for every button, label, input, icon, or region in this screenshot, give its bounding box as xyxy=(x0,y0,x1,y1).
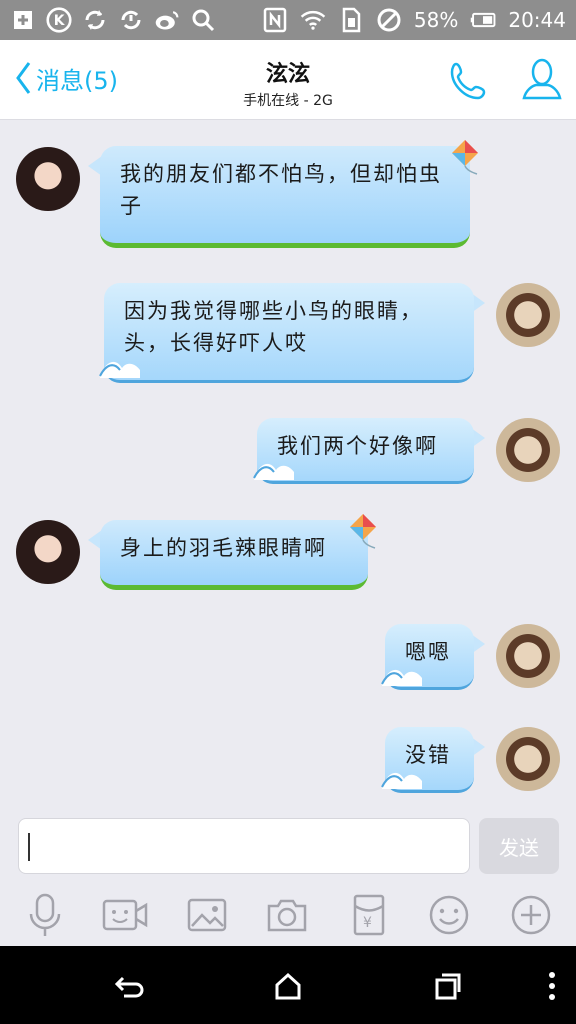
sim-icon xyxy=(338,7,364,33)
nfc-icon xyxy=(262,7,288,33)
weibo-icon xyxy=(154,7,180,33)
battery-icon xyxy=(470,7,496,33)
svg-text:¥: ¥ xyxy=(363,915,372,931)
message-bubble-outgoing[interactable]: 因为我觉得哪些小鸟的眼睛，头，长得好吓人哎 xyxy=(104,283,474,383)
message-text: 没错 xyxy=(405,743,451,767)
dnd-icon xyxy=(376,7,402,33)
wave-icon xyxy=(381,669,422,686)
profile-button[interactable] xyxy=(520,56,564,104)
message-text: 因为我觉得哪些小鸟的眼睛，头，长得好吓人哎 xyxy=(124,299,423,355)
message-input[interactable] xyxy=(18,818,470,874)
chat-header: 消息(5) 泫泫 手机在线 - 2G xyxy=(0,40,576,120)
message-text: 我的朋友们都不怕鸟，但却怕虫子 xyxy=(120,162,442,218)
wave-icon xyxy=(381,772,422,789)
composer: 发送 xyxy=(0,808,576,882)
navigation-bar xyxy=(0,946,576,1024)
send-button[interactable]: 发送 xyxy=(479,818,559,874)
clock: 20:44 xyxy=(508,8,566,32)
plus-box-icon xyxy=(10,7,36,33)
contact-avatar[interactable] xyxy=(16,520,80,584)
input-toolbar: ¥ xyxy=(0,882,576,946)
my-avatar[interactable] xyxy=(496,727,560,791)
message-text: 身上的羽毛辣眼睛啊 xyxy=(120,536,327,560)
back-nav-icon[interactable] xyxy=(110,968,146,1004)
message-bubble-incoming[interactable]: 我的朋友们都不怕鸟，但却怕虫子 xyxy=(100,146,470,248)
video-call-icon[interactable] xyxy=(102,892,148,938)
wave-icon xyxy=(99,361,140,378)
wifi-icon xyxy=(300,7,326,33)
search-icon xyxy=(190,7,216,33)
sync-icon xyxy=(82,7,108,33)
my-avatar[interactable] xyxy=(496,418,560,482)
call-button[interactable] xyxy=(448,60,490,102)
contact-avatar[interactable] xyxy=(16,147,80,211)
microphone-icon[interactable] xyxy=(22,892,68,938)
image-icon[interactable] xyxy=(184,892,230,938)
sync-alert-icon xyxy=(118,7,144,33)
plus-circle-icon[interactable] xyxy=(508,892,554,938)
kite-icon xyxy=(452,140,478,175)
red-packet-icon[interactable]: ¥ xyxy=(346,892,392,938)
battery-percent: 58% xyxy=(413,8,459,32)
message-text: 我们两个好像啊 xyxy=(277,434,438,458)
my-avatar[interactable] xyxy=(496,283,560,347)
kite-icon xyxy=(350,514,376,549)
home-nav-icon[interactable] xyxy=(270,968,306,1004)
text-caret xyxy=(28,833,30,861)
wave-icon xyxy=(253,463,294,480)
phone-icon xyxy=(450,62,486,100)
svg-text:K: K xyxy=(54,13,66,29)
status-bar: K 58% 20:44 xyxy=(0,0,576,40)
camera-icon[interactable] xyxy=(264,892,310,938)
menu-nav-icon[interactable] xyxy=(534,968,570,1004)
message-text: 嗯嗯 xyxy=(405,640,451,664)
emoji-icon[interactable] xyxy=(426,892,472,938)
k-app-icon: K xyxy=(46,7,72,33)
message-bubble-incoming[interactable]: 身上的羽毛辣眼睛啊 xyxy=(100,520,368,590)
my-avatar[interactable] xyxy=(496,624,560,688)
person-icon xyxy=(522,58,562,100)
recents-nav-icon[interactable] xyxy=(430,968,466,1004)
